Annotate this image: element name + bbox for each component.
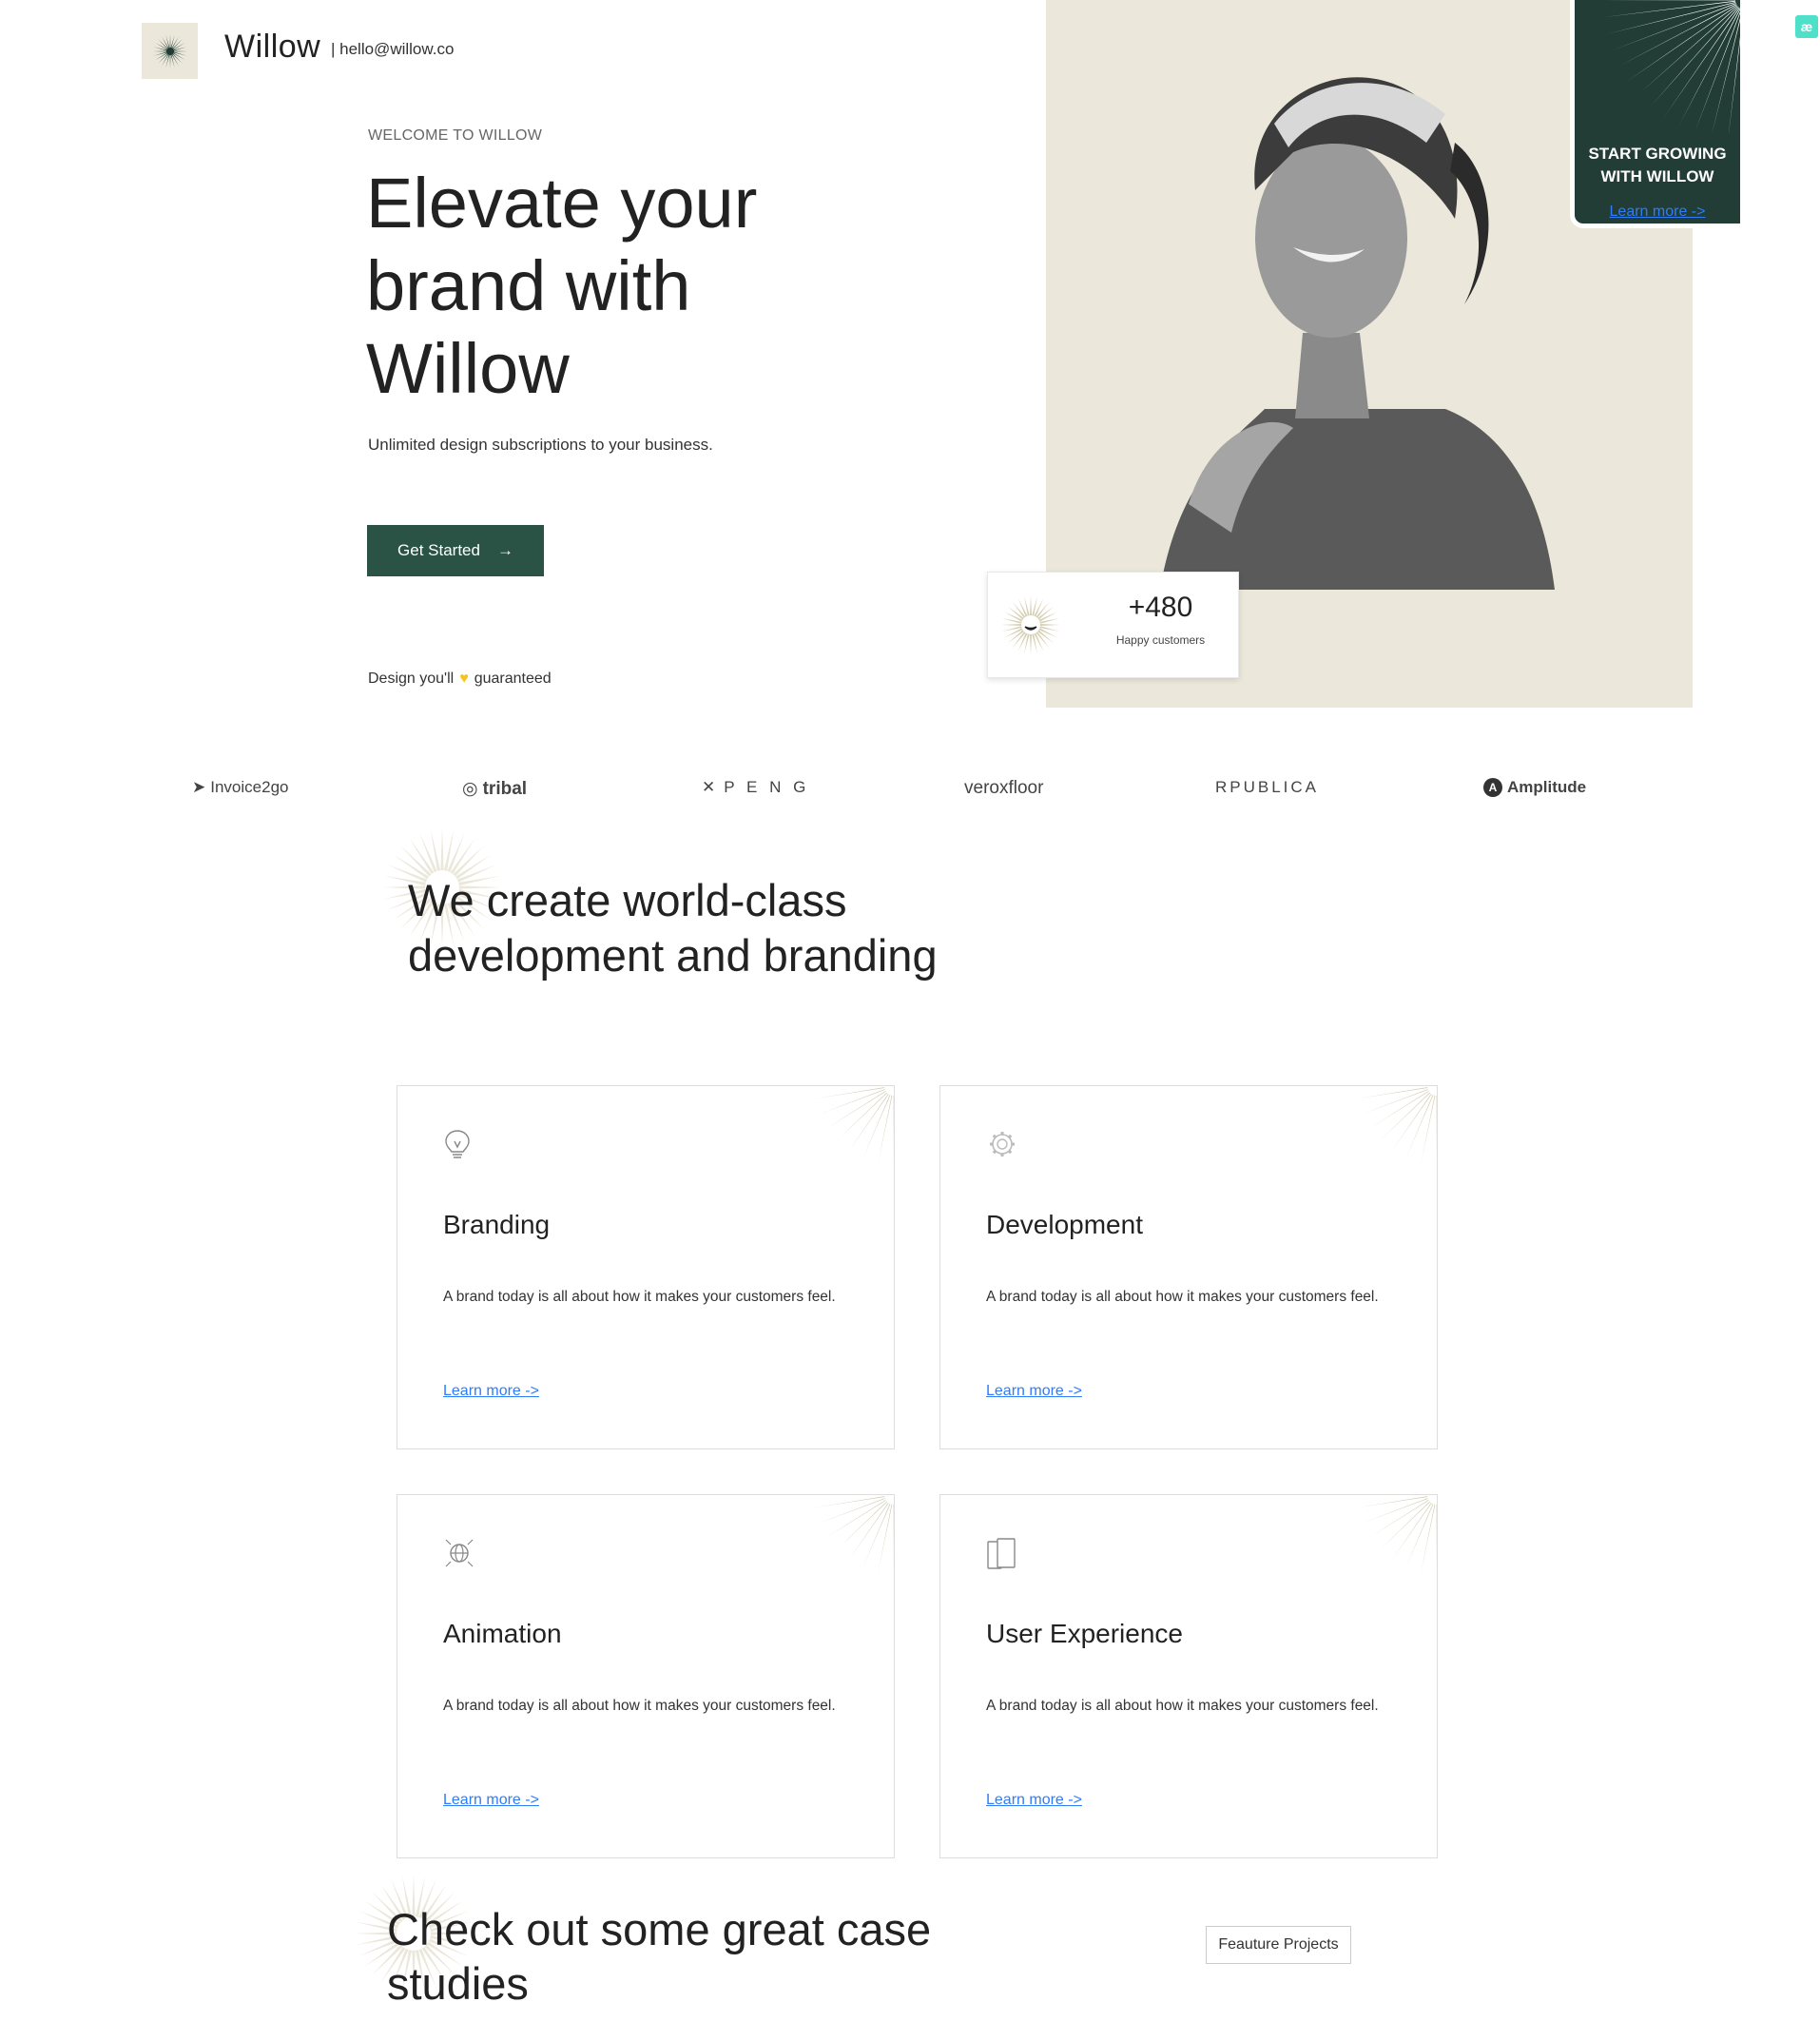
extension-badge-icon[interactable]: æ bbox=[1795, 15, 1818, 38]
card-description: A brand today is all about how it makes … bbox=[986, 1289, 1379, 1305]
card-learn-more-link[interactable]: Learn more -> bbox=[986, 1792, 1082, 1809]
card-description: A brand today is all about how it makes … bbox=[443, 1698, 836, 1714]
partner-logo-peng: ✕ P E N G bbox=[702, 778, 809, 797]
hero-tagline: Design you'll ♥ guaranteed bbox=[368, 671, 552, 688]
partner-logo-tribal: ◎ tribal bbox=[462, 778, 527, 800]
card-learn-more-link[interactable]: Learn more -> bbox=[986, 1383, 1082, 1400]
service-card-user-experience[interactable]: User Experience A brand today is all abo… bbox=[939, 1494, 1438, 1858]
case-studies-title: Check out some great case studies bbox=[387, 1904, 932, 2009]
feature-projects-button[interactable]: Feauture Projects bbox=[1206, 1926, 1351, 1964]
happy-customers-card: +480 Happy customers bbox=[987, 572, 1239, 678]
x-mark-icon: ✕ bbox=[702, 778, 720, 796]
amplitude-mark-icon: A bbox=[1483, 778, 1502, 797]
customers-count: +480 bbox=[1128, 592, 1193, 623]
service-card-branding[interactable]: Branding A brand today is all about how … bbox=[397, 1085, 895, 1449]
partner-name: tribal bbox=[482, 778, 528, 799]
service-card-animation[interactable]: Animation A brand today is all about how… bbox=[397, 1494, 895, 1858]
corner-burst-icon bbox=[814, 1496, 894, 1576]
partner-logo-amplitude: A Amplitude bbox=[1483, 778, 1586, 797]
corner-burst-icon bbox=[1357, 1087, 1437, 1167]
corner-burst-icon bbox=[814, 1087, 894, 1167]
tagline-start: Design you'll bbox=[368, 671, 455, 687]
starburst-logo-icon bbox=[152, 33, 187, 68]
partner-logo-invoice2go: ➤ Invoice2go bbox=[192, 778, 288, 797]
card-title: Animation bbox=[443, 1619, 562, 1648]
promo-title-line1: START GROWING bbox=[1588, 145, 1727, 163]
partner-name: veroxfloor bbox=[964, 778, 1044, 798]
hero-eyebrow: WELCOME TO WILLOW bbox=[368, 127, 543, 144]
partner-logo-rpublica: RPUBLICA bbox=[1215, 778, 1319, 797]
services-title: We create world-class development and br… bbox=[408, 875, 938, 981]
corner-burst-icon bbox=[1357, 1496, 1437, 1576]
promo-card: START GROWING WITH WILLOW Learn more -> bbox=[1570, 0, 1740, 228]
promo-title-line2: WITH WILLOW bbox=[1600, 167, 1714, 185]
lightbulb-icon bbox=[445, 1130, 470, 1158]
partner-name: P E N G bbox=[724, 778, 810, 796]
card-title: Branding bbox=[443, 1210, 551, 1239]
arrow-right-icon: → bbox=[496, 541, 513, 559]
tagline-end: guaranteed bbox=[474, 671, 552, 687]
gear-icon bbox=[990, 1132, 1015, 1157]
devices-icon bbox=[987, 1538, 1016, 1569]
customers-label: Happy customers bbox=[1115, 633, 1206, 647]
hero-title: Elevate your brand with Willow bbox=[366, 164, 758, 408]
globe-icon bbox=[445, 1539, 474, 1567]
partner-logo-veroxfloor: veroxfloor bbox=[964, 778, 1043, 799]
service-card-development[interactable]: Development A brand today is all about h… bbox=[939, 1085, 1438, 1449]
get-started-button[interactable]: Get Started → bbox=[367, 525, 544, 576]
partner-name: Amplitude bbox=[1507, 778, 1587, 796]
get-started-label: Get Started bbox=[397, 541, 480, 559]
card-description: A brand today is all about how it makes … bbox=[986, 1698, 1379, 1714]
tribal-mark-icon: ◎ bbox=[462, 779, 478, 799]
card-description: A brand today is all about how it makes … bbox=[443, 1289, 836, 1305]
card-learn-more-link[interactable]: Learn more -> bbox=[443, 1383, 539, 1400]
header-email[interactable]: | hello@willow.co bbox=[331, 40, 454, 59]
brand-name[interactable]: Willow bbox=[224, 29, 320, 66]
hero-subtitle: Unlimited design subscriptions to your b… bbox=[368, 436, 713, 454]
promo-title: START GROWING WITH WILLOW bbox=[1575, 143, 1740, 188]
burst-decoration-icon bbox=[1602, 0, 1740, 133]
promo-learn-more-link[interactable]: Learn more -> bbox=[1575, 204, 1740, 221]
card-title: Development bbox=[986, 1210, 1143, 1239]
partner-logos: ➤ Invoice2go ◎ tribal ✕ P E N G veroxflo… bbox=[143, 778, 1655, 807]
partner-name: RPUBLICA bbox=[1215, 778, 1320, 796]
partner-name: Invoice2go bbox=[210, 778, 289, 796]
card-learn-more-link[interactable]: Learn more -> bbox=[443, 1792, 539, 1809]
paper-plane-icon: ➤ bbox=[192, 778, 206, 796]
card-title: User Experience bbox=[986, 1619, 1183, 1648]
heart-icon: ♥ bbox=[459, 671, 469, 687]
logo[interactable] bbox=[142, 23, 198, 79]
